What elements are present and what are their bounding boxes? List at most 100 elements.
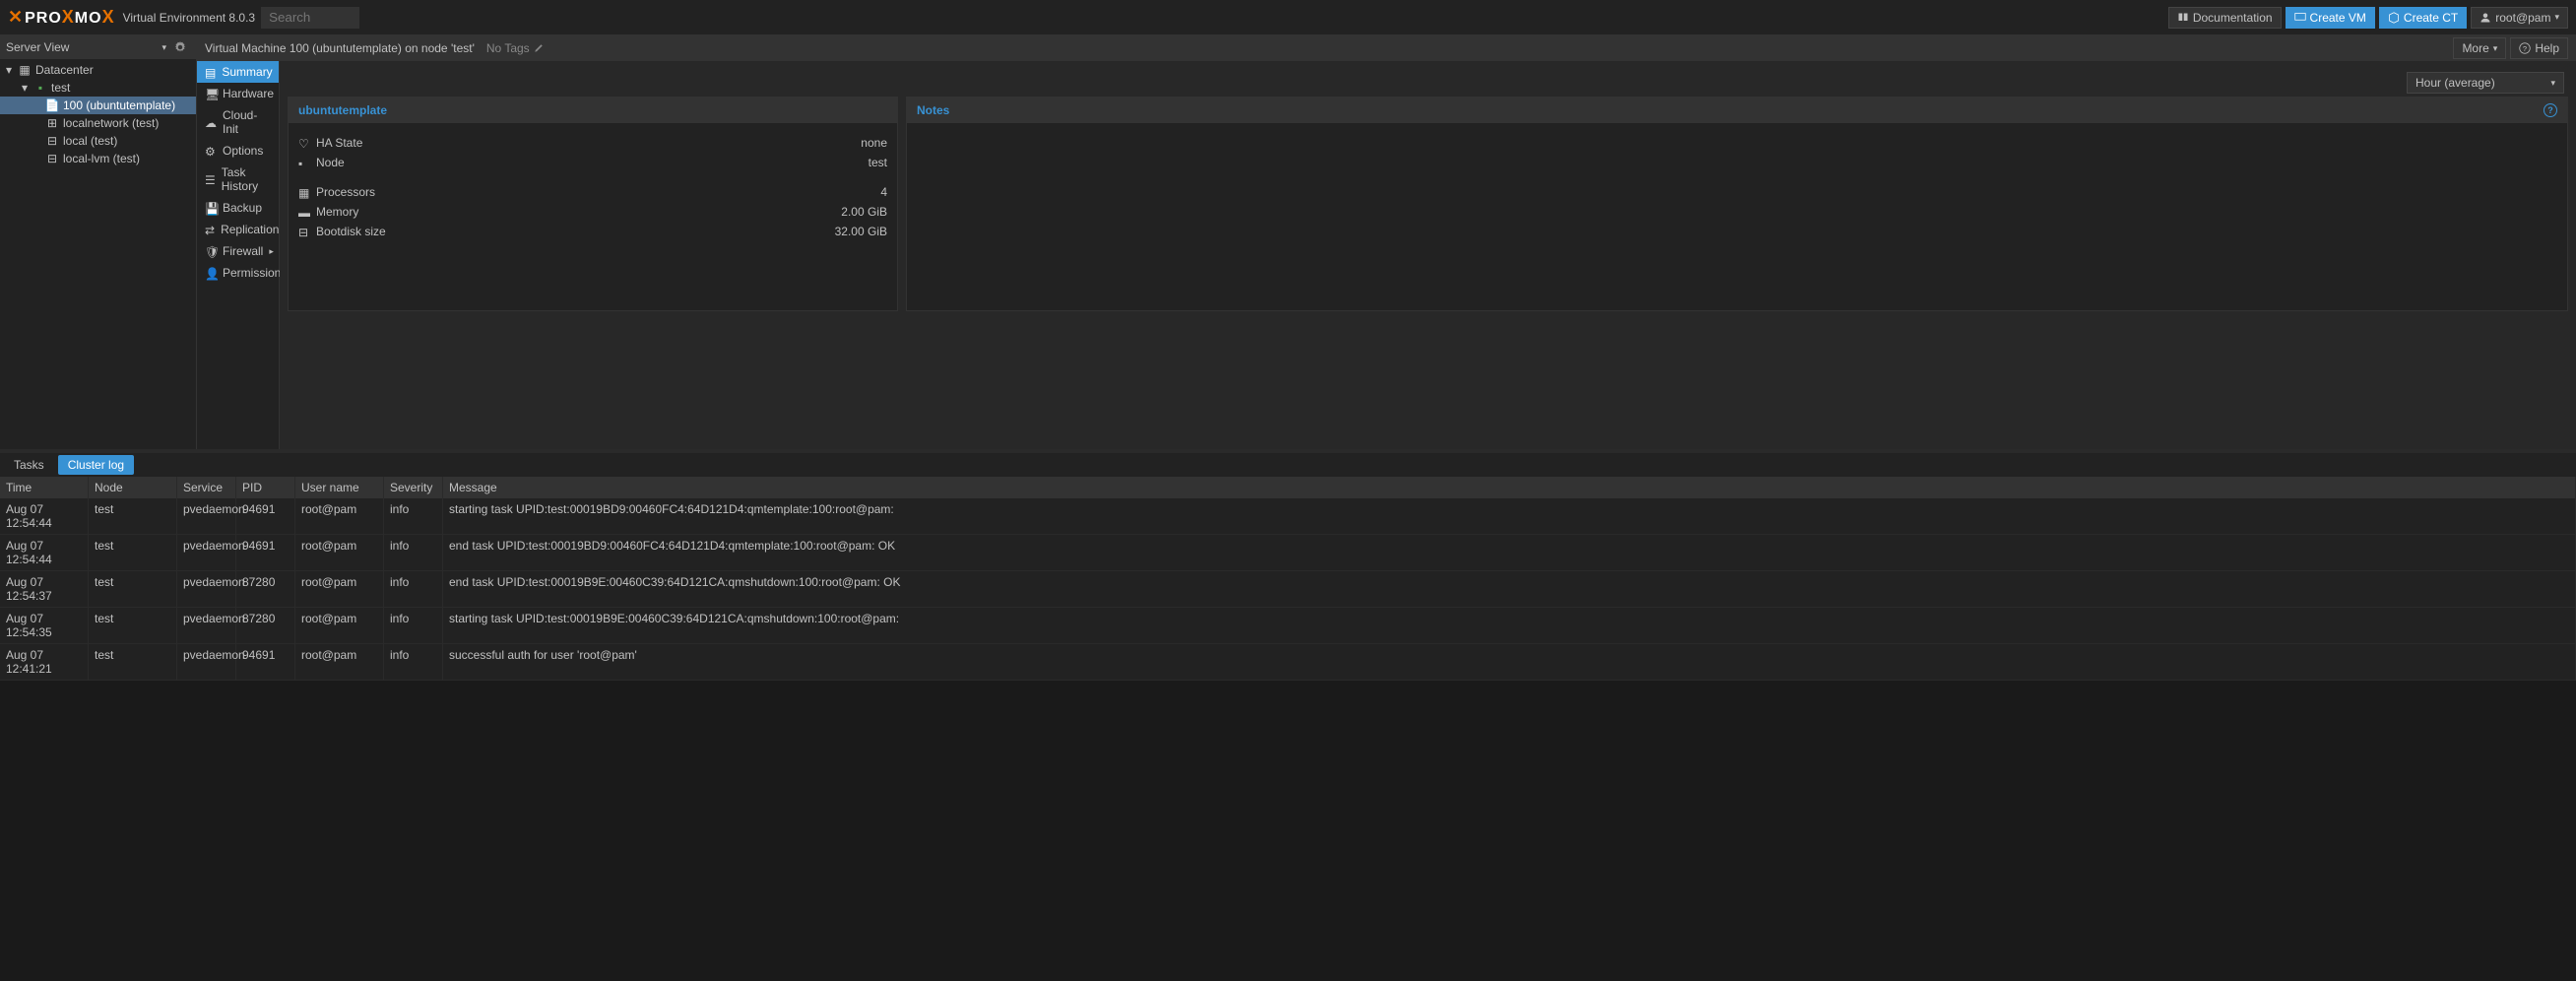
server-icon: ▦ bbox=[18, 63, 32, 77]
col-message-header[interactable]: Message bbox=[443, 477, 2576, 498]
pencil-icon bbox=[534, 43, 544, 53]
notes-body[interactable] bbox=[907, 123, 2567, 281]
log-cell-severity: info bbox=[384, 498, 443, 534]
info-node: ▪Node test bbox=[298, 153, 887, 172]
col-node-header[interactable]: Node bbox=[89, 477, 177, 498]
col-service-header[interactable]: Service bbox=[177, 477, 236, 498]
info-label: Bootdisk size bbox=[316, 225, 386, 238]
storage-icon: ⊟ bbox=[45, 134, 59, 148]
help-label: Help bbox=[2535, 41, 2559, 55]
tree-network[interactable]: ⊞ localnetwork (test) bbox=[0, 114, 196, 132]
timerange-select[interactable]: Hour (average) ▾ bbox=[2407, 72, 2564, 94]
log-cell-pid: 94691 bbox=[236, 535, 295, 570]
create-ct-button[interactable]: Create CT bbox=[2379, 7, 2467, 29]
tab-cluster-log[interactable]: Cluster log bbox=[58, 455, 134, 475]
timerange-label: Hour (average) bbox=[2415, 76, 2495, 90]
top-bar: ✕ PROXMOX Virtual Environment 8.0.3 Docu… bbox=[0, 0, 2576, 35]
log-cell-message: end task UPID:test:00019BD9:00460FC4:64D… bbox=[443, 535, 2576, 570]
gear-icon: ⚙ bbox=[205, 145, 217, 157]
create-vm-label: Create VM bbox=[2310, 11, 2366, 25]
log-cell-pid: 94691 bbox=[236, 644, 295, 680]
log-cell-user: root@pam bbox=[295, 571, 384, 607]
logo-text: PROXMOX bbox=[25, 7, 114, 28]
log-cell-node: test bbox=[89, 498, 177, 534]
settings-button[interactable] bbox=[170, 37, 190, 57]
log-cell-node: test bbox=[89, 571, 177, 607]
more-button[interactable]: More ▾ bbox=[2453, 37, 2506, 59]
search-input[interactable] bbox=[261, 7, 359, 29]
tree-vm[interactable]: 📄 100 (ubuntutemplate) bbox=[0, 97, 196, 114]
tree-label: local (test) bbox=[63, 134, 117, 148]
log-row[interactable]: Aug 07 12:54:44testpvedaemon94691root@pa… bbox=[0, 498, 2576, 535]
log-row[interactable]: Aug 07 12:54:37testpvedaemon87280root@pa… bbox=[0, 571, 2576, 608]
monitor-icon bbox=[2294, 12, 2306, 24]
info-value: none bbox=[861, 136, 887, 150]
collapse-icon[interactable]: ▾ bbox=[20, 81, 30, 95]
info-label: Processors bbox=[316, 185, 375, 199]
user-menu-button[interactable]: root@pam ▾ bbox=[2471, 7, 2568, 29]
book-icon bbox=[2177, 12, 2189, 24]
nav-label: Firewall bbox=[223, 244, 263, 258]
info-value: 4 bbox=[880, 185, 887, 199]
collapse-icon[interactable]: ▾ bbox=[4, 63, 14, 77]
logo: ✕ PROXMOX bbox=[8, 7, 115, 28]
info-label: Node bbox=[316, 156, 345, 169]
col-severity-header[interactable]: Severity bbox=[384, 477, 443, 498]
info-memory: ▬Memory 2.00 GiB bbox=[298, 202, 887, 222]
col-user-header[interactable]: User name bbox=[295, 477, 384, 498]
tags-area[interactable]: No Tags bbox=[486, 41, 544, 55]
resource-tree-sidebar: Server View ▾ ▾ ▦ Datacenter ▾ ▪ tes bbox=[0, 35, 197, 449]
log-row[interactable]: Aug 07 12:41:21testpvedaemon94691root@pa… bbox=[0, 644, 2576, 681]
tree-datacenter[interactable]: ▾ ▦ Datacenter bbox=[0, 61, 196, 79]
tree-label: Datacenter bbox=[35, 63, 94, 77]
tree-label: test bbox=[51, 81, 70, 95]
tree-storage-lvm[interactable]: ⊟ local-lvm (test) bbox=[0, 150, 196, 167]
nav-cloud-init[interactable]: ☁ Cloud-Init bbox=[197, 104, 279, 140]
create-vm-button[interactable]: Create VM bbox=[2286, 7, 2375, 29]
cube-icon bbox=[2388, 12, 2400, 24]
nav-permissions[interactable]: 👤 Permissions bbox=[197, 262, 279, 284]
help-icon[interactable]: ? bbox=[2544, 103, 2557, 117]
view-selector[interactable]: Server View ▾ bbox=[0, 35, 196, 59]
log-row[interactable]: Aug 07 12:54:44testpvedaemon94691root@pa… bbox=[0, 535, 2576, 571]
sync-icon: ⇄ bbox=[205, 224, 215, 235]
nav-task-history[interactable]: ☰ Task History bbox=[197, 162, 279, 197]
nav-label: Cloud-Init bbox=[223, 108, 271, 136]
tree-node[interactable]: ▾ ▪ test bbox=[0, 79, 196, 97]
info-ha-state: ♡HA State none bbox=[298, 133, 887, 153]
help-icon: ? bbox=[2519, 42, 2531, 54]
nav-replication[interactable]: ⇄ Replication bbox=[197, 219, 279, 240]
log-cell-message: end task UPID:test:00019B9E:00460C39:64D… bbox=[443, 571, 2576, 607]
log-cell-severity: info bbox=[384, 535, 443, 570]
nav-backup[interactable]: 💾 Backup bbox=[197, 197, 279, 219]
network-icon: ⊞ bbox=[45, 116, 59, 130]
panel-title: ubuntutemplate bbox=[298, 103, 387, 117]
create-ct-label: Create CT bbox=[2404, 11, 2458, 25]
nav-label: Backup bbox=[223, 201, 262, 215]
log-row[interactable]: Aug 07 12:54:35testpvedaemon87280root@pa… bbox=[0, 608, 2576, 644]
nav-options[interactable]: ⚙ Options bbox=[197, 140, 279, 162]
help-button[interactable]: ? Help bbox=[2510, 37, 2568, 59]
col-time-header[interactable]: Time bbox=[0, 477, 89, 498]
monitor-icon: 🖥 bbox=[205, 88, 217, 99]
shield-icon: 🛡 bbox=[205, 245, 217, 257]
nav-firewall[interactable]: 🛡 Firewall ▸ bbox=[197, 240, 279, 262]
nav-hardware[interactable]: 🖥 Hardware bbox=[197, 83, 279, 104]
col-pid-header[interactable]: PID bbox=[236, 477, 295, 498]
log-cell-severity: info bbox=[384, 571, 443, 607]
tree-label: local-lvm (test) bbox=[63, 152, 140, 165]
logo-icon: ✕ bbox=[8, 7, 23, 28]
log-cell-message: starting task UPID:test:00019BD9:00460FC… bbox=[443, 498, 2576, 534]
nav-summary[interactable]: ▤ Summary bbox=[197, 61, 279, 83]
tab-label: Cluster log bbox=[68, 458, 124, 472]
info-label: HA State bbox=[316, 136, 362, 150]
tree-storage-local[interactable]: ⊟ local (test) bbox=[0, 132, 196, 150]
svg-text:?: ? bbox=[2523, 44, 2527, 53]
nav-label: Task History bbox=[222, 165, 271, 193]
tab-tasks[interactable]: Tasks bbox=[4, 455, 54, 475]
chevron-down-icon: ▾ bbox=[2554, 12, 2559, 23]
template-icon: 📄 bbox=[45, 98, 59, 112]
nav-label: Summary bbox=[222, 65, 272, 79]
documentation-button[interactable]: Documentation bbox=[2168, 7, 2282, 29]
log-cell-time: Aug 07 12:54:35 bbox=[0, 608, 89, 643]
